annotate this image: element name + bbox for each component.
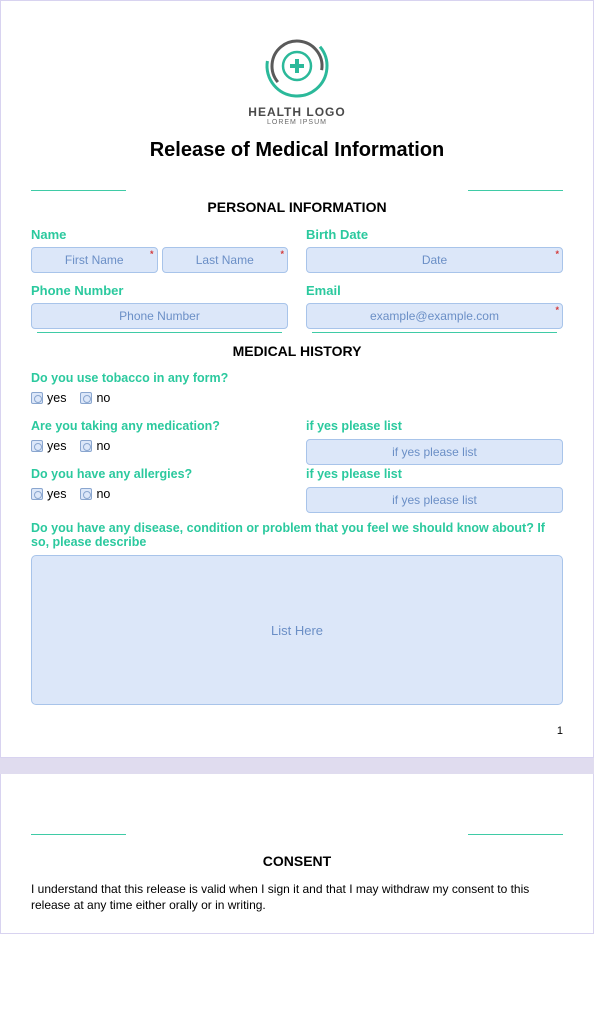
page-number: 1 (31, 725, 563, 737)
radio-icon (80, 440, 92, 452)
birthdate-placeholder: Date (422, 253, 447, 267)
radio-icon (80, 488, 92, 500)
allergies-yes-radio[interactable]: yes (31, 487, 66, 501)
logo-subtext: LOREM IPSUM (248, 119, 345, 126)
allergies-no-radio[interactable]: no (80, 487, 110, 501)
radio-icon (80, 392, 92, 404)
section-divider (31, 834, 563, 835)
allergies-list-placeholder: if yes please list (392, 493, 477, 507)
page-2: CONSENT I understand that this release i… (0, 774, 594, 934)
medication-no-radio[interactable]: no (80, 439, 110, 453)
logo-text: HEALTH LOGO (248, 105, 345, 119)
medical-history-heading: MEDICAL HISTORY (31, 343, 563, 359)
page-title: Release of Medical Information (31, 139, 563, 162)
email-placeholder: example@example.com (370, 309, 499, 323)
last-name-input[interactable]: Last Name * (162, 247, 289, 273)
tobacco-yes-radio[interactable]: yes (31, 391, 66, 405)
medication-list-label: if yes please list (306, 419, 563, 433)
radio-icon (31, 440, 43, 452)
disease-placeholder: List Here (271, 623, 323, 638)
allergies-question: Do you have any allergies? (31, 467, 288, 481)
allergies-list-input[interactable]: if yes please list (306, 487, 563, 513)
first-name-placeholder: First Name (65, 253, 124, 267)
logo: HEALTH LOGO LOREM IPSUM (31, 31, 563, 129)
name-label: Name (31, 227, 288, 242)
consent-text: I understand that this release is valid … (31, 881, 563, 913)
first-name-input[interactable]: First Name * (31, 247, 158, 273)
page-1: HEALTH LOGO LOREM IPSUM Release of Medic… (0, 0, 594, 758)
medication-list-input[interactable]: if yes please list (306, 439, 563, 465)
personal-info-heading: PERSONAL INFORMATION (31, 199, 563, 215)
tobacco-question: Do you use tobacco in any form? (31, 371, 563, 385)
health-logo-icon (262, 31, 332, 101)
last-name-placeholder: Last Name (196, 253, 254, 267)
medication-list-placeholder: if yes please list (392, 445, 477, 459)
medication-question: Are you taking any medication? (31, 419, 288, 433)
birthdate-input[interactable]: Date * (306, 247, 563, 273)
consent-heading: CONSENT (31, 853, 563, 869)
medication-yes-radio[interactable]: yes (31, 439, 66, 453)
phone-label: Phone Number (31, 283, 288, 298)
tobacco-no-radio[interactable]: no (80, 391, 110, 405)
allergies-list-label: if yes please list (306, 467, 563, 481)
radio-icon (31, 488, 43, 500)
email-input[interactable]: example@example.com * (306, 303, 563, 329)
disease-question: Do you have any disease, condition or pr… (31, 521, 563, 549)
phone-input[interactable]: Phone Number (31, 303, 288, 329)
email-label: Email (306, 283, 563, 298)
radio-icon (31, 392, 43, 404)
section-divider (31, 190, 563, 191)
disease-textarea[interactable]: List Here (31, 555, 563, 705)
birthdate-label: Birth Date (306, 227, 563, 242)
page-separator (0, 758, 594, 774)
phone-placeholder: Phone Number (119, 309, 200, 323)
